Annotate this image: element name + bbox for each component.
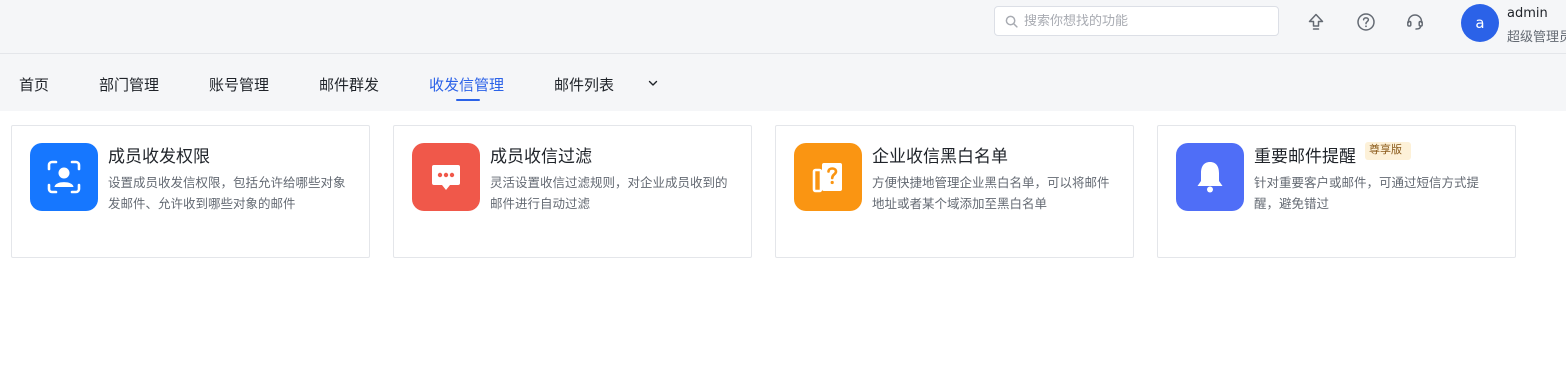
search-input[interactable] — [1024, 13, 1264, 29]
card-description: 针对重要客户或邮件，可通过短信方式提醒，避免错过 — [1254, 175, 1480, 211]
tab-bar: 首页 部门管理 账号管理 邮件群发 收发信管理 邮件列表 — [0, 54, 1566, 111]
card-title: 企业收信黑白名单 — [872, 147, 1008, 167]
bell-icon — [1176, 143, 1244, 211]
headset-icon[interactable] — [1404, 11, 1426, 33]
tab-send-receive[interactable]: 收发信管理 — [429, 74, 504, 95]
avatar-letter: a — [1475, 14, 1485, 32]
user-name[interactable]: admin — [1507, 6, 1548, 21]
card-member-permission[interactable]: 成员收发权限 设置成员收发信权限，包括允许给哪些对象发邮件、允许收到哪些对象的邮… — [11, 125, 370, 258]
tab-department[interactable]: 部门管理 — [99, 74, 159, 95]
member-permission-icon — [30, 143, 98, 211]
tab-mail-list[interactable]: 邮件列表 — [554, 74, 614, 95]
tab-account[interactable]: 账号管理 — [209, 74, 269, 95]
chevron-down-icon[interactable] — [645, 75, 661, 91]
help-icon[interactable] — [1355, 11, 1377, 33]
card-description: 灵活设置收信过滤规则，对企业成员收到的邮件进行自动过滤 — [490, 175, 728, 211]
user-role: 超级管理员 — [1507, 30, 1566, 45]
card-black-white-list[interactable]: 企业收信黑白名单 方便快捷地管理企业黑白名单，可以将邮件地址或者某个域添加至黑白… — [775, 125, 1134, 258]
card-important-mail-reminder[interactable]: 重要邮件提醒 尊享版 针对重要客户或邮件，可通过短信方式提醒，避免错过 — [1157, 125, 1516, 258]
search-box[interactable] — [994, 6, 1279, 36]
tab-home[interactable]: 首页 — [19, 74, 49, 95]
card-title: 成员收发权限 — [108, 147, 210, 167]
chat-filter-icon — [412, 143, 480, 211]
search-icon — [1005, 15, 1018, 28]
tab-mass-mail[interactable]: 邮件群发 — [319, 74, 379, 95]
question-list-icon — [794, 143, 862, 211]
top-bar: a admin 超级管理员 — [0, 0, 1566, 54]
card-receive-filter[interactable]: 成员收信过滤 灵活设置收信过滤规则，对企业成员收到的邮件进行自动过滤 — [393, 125, 752, 258]
card-description: 方便快捷地管理企业黑白名单，可以将邮件地址或者某个域添加至黑白名单 — [872, 175, 1110, 211]
avatar[interactable]: a — [1461, 4, 1499, 42]
card-title: 成员收信过滤 — [490, 147, 592, 167]
premium-badge: 尊享版 — [1365, 142, 1411, 160]
card-description: 设置成员收发信权限，包括允许给哪些对象发邮件、允许收到哪些对象的邮件 — [108, 175, 346, 211]
card-title: 重要邮件提醒 — [1254, 147, 1356, 167]
active-tab-indicator — [456, 99, 480, 101]
upload-icon[interactable] — [1305, 11, 1327, 33]
